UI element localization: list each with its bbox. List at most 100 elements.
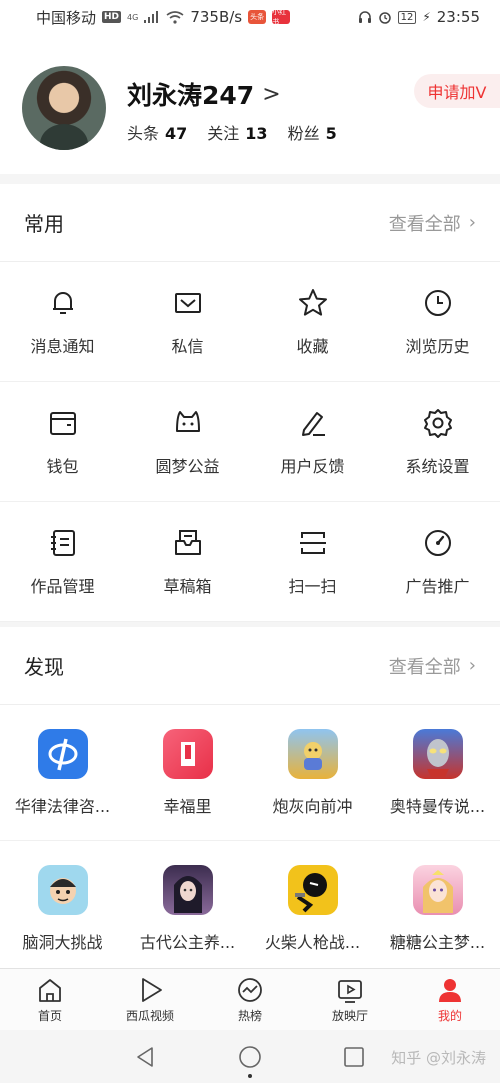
apply-v-button[interactable]: 申请加V: [414, 74, 500, 108]
gear-icon: [423, 408, 452, 438]
toutiao-notify-icon: 头条: [248, 10, 267, 24]
menu-item-works[interactable]: 作品管理: [0, 502, 125, 622]
menu-item-history[interactable]: 浏览历史: [375, 262, 500, 382]
cat-face-icon: [175, 410, 200, 432]
drafts-icon: [174, 529, 201, 555]
network-speed: 735B/s: [190, 8, 243, 26]
username-row[interactable]: 刘永涛247 >: [127, 76, 281, 112]
username: 刘永涛247: [127, 81, 255, 110]
stat-value: 13: [245, 124, 268, 143]
tab-label: 首页: [37, 1009, 62, 1023]
recents-icon[interactable]: [342, 1045, 366, 1069]
tab-mine[interactable]: 我的: [400, 969, 500, 1030]
tab-hot-list[interactable]: 热榜: [200, 969, 300, 1030]
menu-item-label: 广告推广: [405, 576, 470, 596]
tab-home[interactable]: 首页: [0, 969, 100, 1030]
person-icon: [439, 979, 461, 1002]
app-item-stickman[interactable]: 火柴人枪战...: [250, 841, 375, 977]
back-icon[interactable]: [134, 1045, 158, 1069]
stat-label: 粉丝: [287, 124, 320, 143]
tab-label: 放映厅: [331, 1009, 368, 1023]
menu-item-messages[interactable]: 私信: [125, 262, 250, 382]
menu-item-wallet[interactable]: 钱包: [0, 382, 125, 502]
menu-item-drafts[interactable]: 草稿箱: [125, 502, 250, 622]
mail-icon: [174, 292, 201, 313]
app-label: 糖糖公主梦...: [389, 932, 486, 952]
app-item-naodong[interactable]: 脑洞大挑战: [0, 841, 125, 977]
app-item-princess[interactable]: 古代公主养...: [125, 841, 250, 977]
avatar[interactable]: [22, 66, 106, 150]
wifi-icon: [166, 10, 184, 24]
menu-item-label: 私信: [171, 336, 204, 356]
signal-icon: [144, 11, 159, 23]
status-bar: 中国移动 HD 4G 735B/s 头条 小红书 12 ⚡ 23:55: [0, 0, 500, 34]
tab-xigua-video[interactable]: 西瓜视频: [100, 969, 200, 1030]
menu-item-label: 收藏: [296, 336, 329, 356]
trend-icon: [238, 978, 262, 1002]
ultraman-game-icon: [412, 728, 463, 779]
app-label: 华律法律咨...: [14, 796, 111, 816]
menu-item-scan[interactable]: 扫一扫: [250, 502, 375, 622]
stat-label: 头条: [127, 124, 160, 143]
common-grid: 消息通知 私信 收藏 浏览历史 钱包 圆梦公益 用户反馈 系统设置 作品管理 草…: [0, 262, 500, 622]
tab-theater[interactable]: 放映厅: [300, 969, 400, 1030]
common-section: 常用 查看全部 › 消息通知 私信 收藏 浏览历史 钱包 圆梦公益 用户反馈 系…: [0, 184, 500, 622]
stat-fans[interactable]: 粉丝 5: [288, 120, 337, 144]
menu-item-settings[interactable]: 系统设置: [375, 382, 500, 502]
network-type: 4G: [127, 12, 139, 22]
home-circle-icon[interactable]: [238, 1045, 262, 1069]
view-all-button[interactable]: 查看全部 ›: [389, 210, 476, 236]
watermark: 知乎 @刘永涛: [391, 1049, 486, 1067]
app-item-xingfuli[interactable]: 幸福里: [125, 705, 250, 841]
discover-section: 发现 查看全部 › 华律法律咨... 幸福里 炮灰向前冲 奥特曼传说... 脑洞…: [0, 627, 500, 977]
app-label: 古代公主养...: [139, 932, 236, 952]
menu-item-label: 用户反馈: [280, 456, 345, 476]
app-label: 奥特曼传说...: [389, 796, 486, 816]
chevron-right-icon: >: [262, 81, 281, 107]
profile-stats: 头条 47 关注 13 粉丝 5: [127, 120, 337, 144]
xiaohongshu-notify-icon: 小红书: [272, 8, 291, 26]
tangtang-game-icon: [412, 864, 463, 915]
menu-item-label: 消息通知: [30, 336, 95, 356]
carrier-text: 中国移动: [36, 8, 97, 27]
menu-item-feedback[interactable]: 用户反馈: [250, 382, 375, 502]
discover-header: 发现 查看全部 ›: [0, 627, 500, 705]
app-item-hualv[interactable]: 华律法律咨...: [0, 705, 125, 841]
battery-level: 12: [397, 10, 417, 24]
chevron-right-icon: ›: [468, 655, 476, 676]
app-item-tangtang[interactable]: 糖糖公主梦...: [375, 841, 500, 977]
menu-item-label: 圆梦公益: [155, 456, 220, 476]
home-icon: [39, 979, 61, 1002]
clock-icon: [424, 289, 451, 316]
section-title: 发现: [24, 655, 64, 679]
app-item-paohui[interactable]: 炮灰向前冲: [250, 705, 375, 841]
profile-card[interactable]: 刘永涛247 > 头条 47 关注 13 粉丝 5 申请加V: [0, 34, 500, 174]
menu-item-notifications[interactable]: 消息通知: [0, 262, 125, 382]
princess-game-icon: [162, 864, 213, 915]
view-all-button[interactable]: 查看全部 ›: [389, 653, 476, 679]
common-header: 常用 查看全部 ›: [0, 184, 500, 262]
nav-indicator: [248, 1074, 252, 1078]
stickman-game-icon: [287, 864, 338, 915]
app-label: 火柴人枪战...: [264, 932, 361, 952]
stat-following[interactable]: 关注 13: [207, 120, 267, 144]
app-label: 脑洞大挑战: [22, 932, 103, 952]
section-title: 常用: [24, 212, 64, 236]
menu-item-label: 系统设置: [405, 456, 470, 476]
menu-item-favorites[interactable]: 收藏: [250, 262, 375, 382]
clock-time: 23:55: [436, 8, 480, 26]
stat-value: 5: [325, 124, 337, 143]
stat-value: 47: [165, 124, 188, 143]
menu-item-label: 作品管理: [30, 576, 95, 596]
app-item-ultraman[interactable]: 奥特曼传说...: [375, 705, 500, 841]
menu-item-label: 扫一扫: [288, 576, 337, 596]
menu-item-label: 钱包: [46, 456, 79, 476]
view-all-label: 查看全部: [388, 213, 461, 235]
tab-label: 热榜: [237, 1009, 262, 1023]
tab-label: 我的: [437, 1009, 462, 1023]
discover-grid: 华律法律咨... 幸福里 炮灰向前冲 奥特曼传说... 脑洞大挑战 古代公主养.…: [0, 705, 500, 977]
hd-badge: HD: [102, 11, 122, 23]
stat-toutiao[interactable]: 头条 47: [127, 120, 187, 144]
menu-item-ads[interactable]: 广告推广: [375, 502, 500, 622]
menu-item-charity[interactable]: 圆梦公益: [125, 382, 250, 502]
